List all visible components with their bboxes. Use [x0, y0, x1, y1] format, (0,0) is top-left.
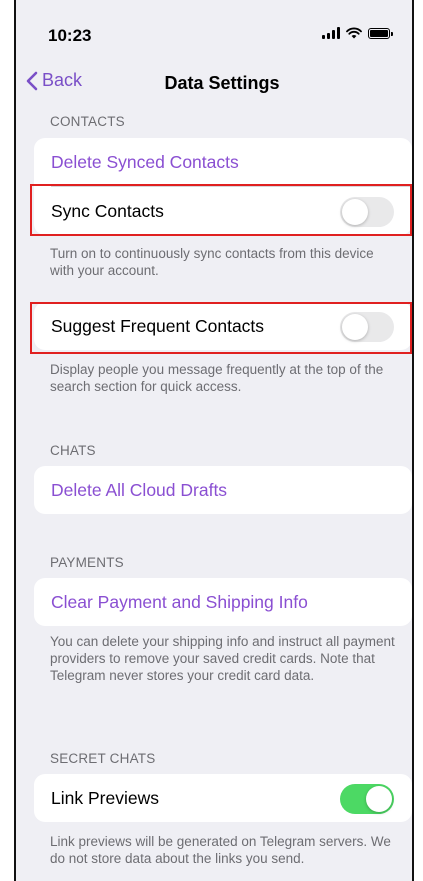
page-title: Data Settings	[164, 73, 280, 93]
wifi-icon	[346, 27, 362, 39]
status-icons	[322, 27, 393, 39]
suggest-frequent-row: Suggest Frequent Contacts	[34, 302, 412, 350]
suggest-frequent-footer: Display people you message frequently at…	[50, 362, 384, 394]
sync-contacts-toggle[interactable]	[340, 197, 394, 227]
cellular-signal-icon	[322, 27, 340, 39]
suggest-frequent-toggle[interactable]	[340, 312, 394, 342]
payments-card: Clear Payment and Shipping Info	[34, 578, 412, 626]
sync-contacts-row: Sync Contacts	[34, 187, 412, 235]
navigation-bar: Back Data Settings	[16, 62, 412, 106]
sync-contacts-label: Sync Contacts	[51, 200, 164, 221]
link-previews-footer: Link previews will be generated on Teleg…	[50, 834, 391, 866]
suggest-frequent-label: Suggest Frequent Contacts	[51, 315, 265, 336]
sync-contacts-footer: Turn on to continuously sync contacts fr…	[50, 246, 374, 278]
delete-cloud-drafts-button[interactable]: Delete All Cloud Drafts	[34, 466, 412, 514]
status-time: 10:23	[48, 26, 92, 45]
section-header-chats: CHATS	[50, 443, 96, 458]
section-header-contacts: CONTACTS	[50, 114, 125, 129]
delete-synced-contacts-button[interactable]: Delete Synced Contacts	[34, 138, 412, 186]
link-previews-label: Link Previews	[51, 787, 159, 808]
section-header-payments: PAYMENTS	[50, 555, 124, 570]
secret-chats-card: Link Previews	[34, 774, 412, 822]
battery-icon	[368, 27, 393, 39]
contacts-card: Delete Synced Contacts Sync Contacts	[34, 138, 412, 235]
link-previews-toggle[interactable]	[340, 784, 394, 814]
chats-card: Delete All Cloud Drafts	[34, 466, 412, 514]
payments-footer: You can delete your shipping info and in…	[50, 634, 395, 683]
section-header-secret-chats: SECRET CHATS	[50, 751, 156, 766]
suggest-card: Suggest Frequent Contacts	[34, 302, 412, 350]
link-previews-row: Link Previews	[34, 774, 412, 822]
phone-screen: 10:23 Back Data Settings CONTACTS Delete…	[14, 0, 414, 881]
clear-payment-info-button[interactable]: Clear Payment and Shipping Info	[34, 578, 412, 626]
